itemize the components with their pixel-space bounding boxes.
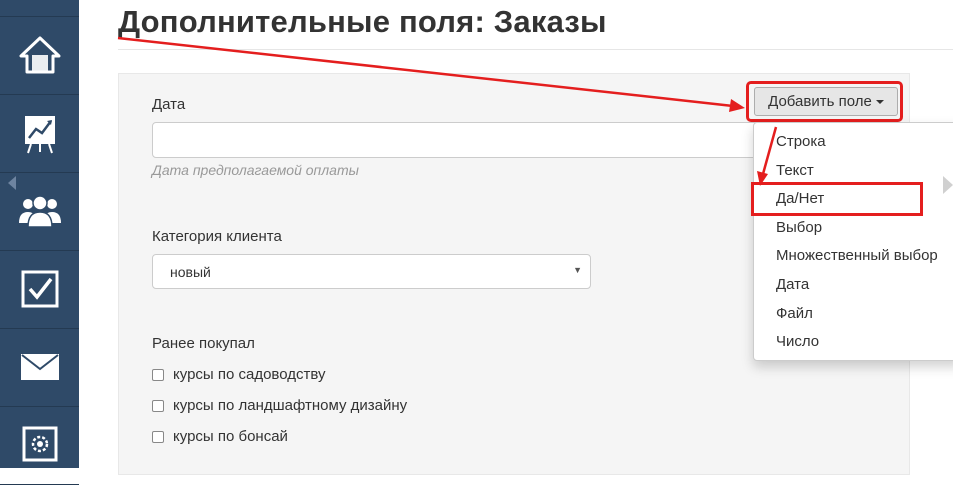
annotation-arrows xyxy=(117,36,778,186)
